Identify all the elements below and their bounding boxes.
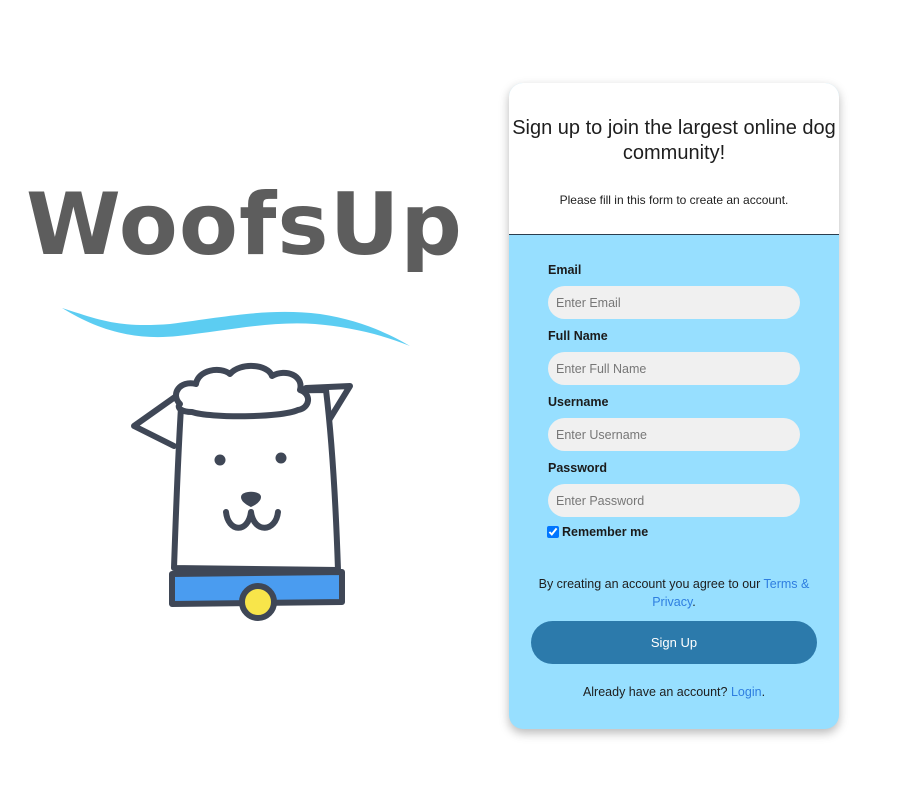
sign-up-button[interactable]: Sign Up <box>531 621 817 664</box>
login-prefix: Already have an account? <box>582 685 731 699</box>
signup-card: Sign up to join the largest online dog c… <box>509 83 839 729</box>
terms-text: By creating an account you agree to our … <box>531 575 817 611</box>
email-input[interactable] <box>548 286 800 319</box>
remember-me-checkbox[interactable] <box>547 526 559 538</box>
signup-title: Sign up to join the largest online dog c… <box>512 117 836 164</box>
wave-swoosh-icon <box>62 308 410 346</box>
remember-me-row[interactable]: Remember me <box>547 525 648 539</box>
username-input[interactable] <box>548 418 800 451</box>
brand-logo-text: WoofsUp <box>26 175 463 275</box>
username-label: Username <box>548 395 609 409</box>
dog-mascot-icon <box>131 363 353 621</box>
email-label: Email <box>548 263 582 277</box>
login-link[interactable]: Login <box>731 685 762 699</box>
brand-area: WoofsUp <box>0 0 480 800</box>
terms-prefix: By creating an account you agree to our <box>538 577 764 591</box>
terms-suffix: . <box>692 595 696 609</box>
page: WoofsUp Sign up to join the largest onli… <box>0 0 900 800</box>
full-name-input[interactable] <box>548 352 800 385</box>
login-prompt: Already have an account? Login. <box>509 685 839 699</box>
signup-subtitle: Please fill in this form to create an ac… <box>559 193 789 207</box>
password-input[interactable] <box>548 484 800 517</box>
remember-me-label: Remember me <box>562 525 649 539</box>
signup-header: Sign up to join the largest online dog c… <box>509 83 839 235</box>
login-suffix: . <box>761 685 766 699</box>
password-label: Password <box>548 461 608 475</box>
full-name-label: Full Name <box>548 329 608 343</box>
